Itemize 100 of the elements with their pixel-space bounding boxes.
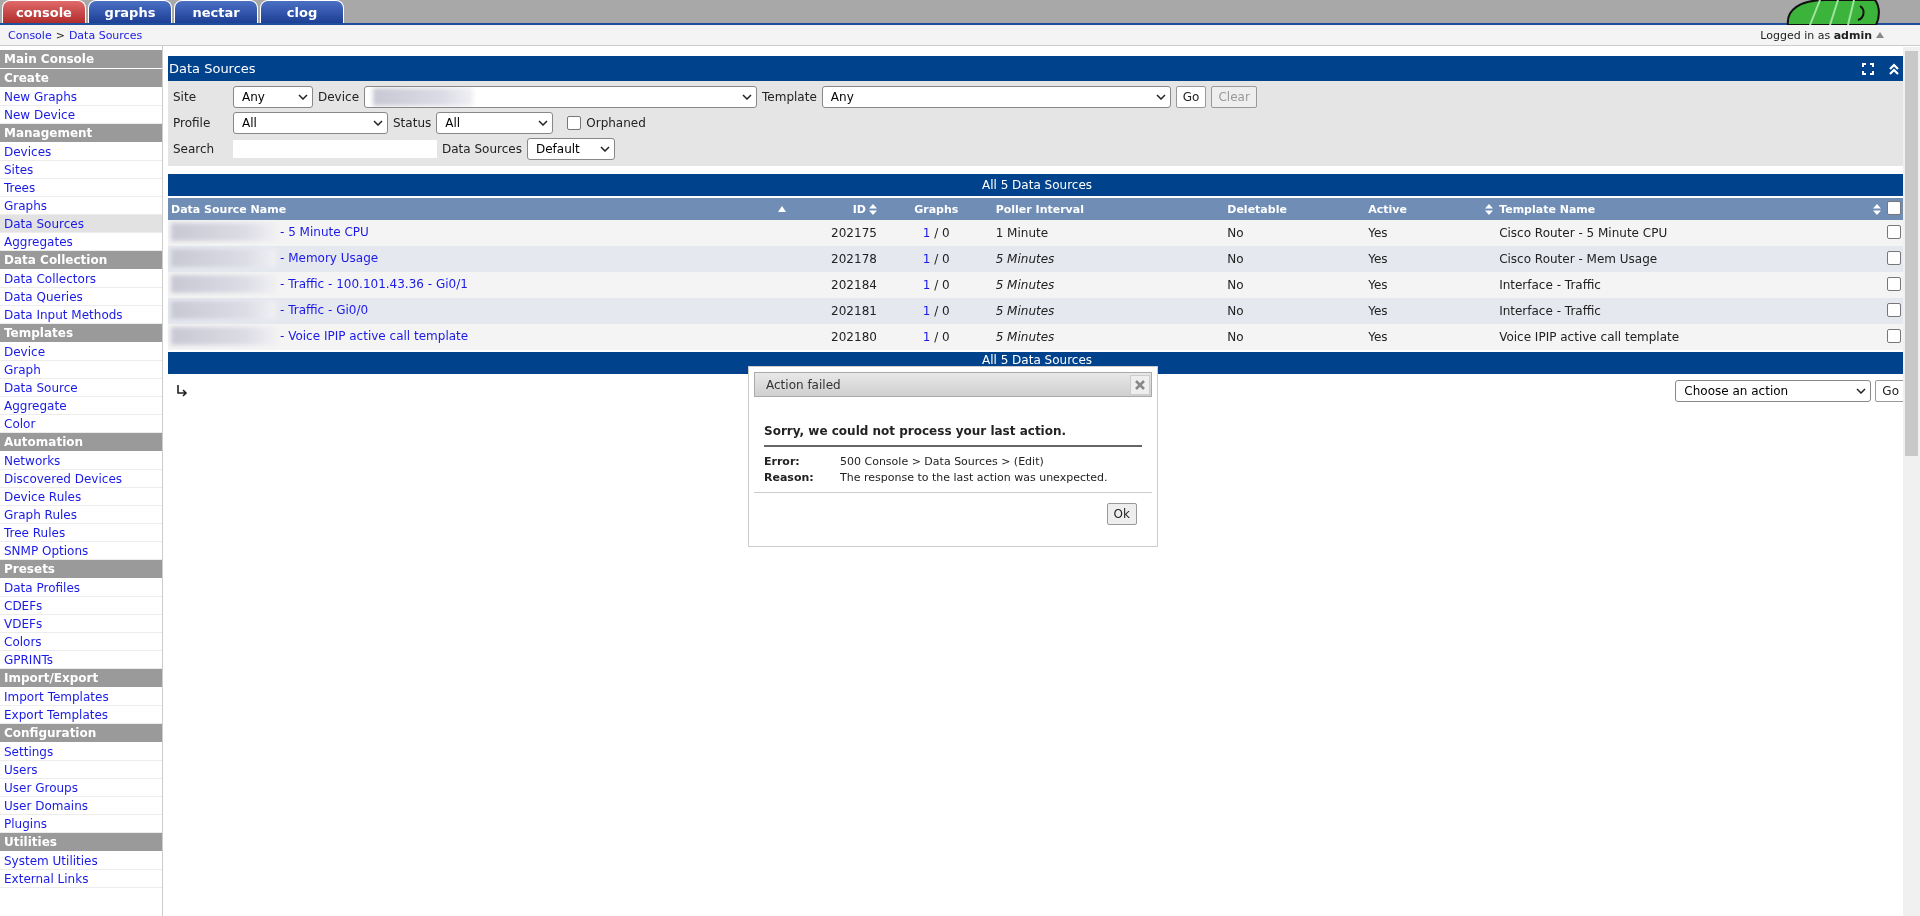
field-label: Template [762,90,817,104]
status-select[interactable]: All [436,112,554,134]
action-select[interactable]: Choose an action [1675,380,1872,402]
detail-label: Error: [764,455,801,468]
field-label: Status [393,116,432,130]
checkbox-label: Orphaned [586,116,646,130]
table-title: All 5 Data Sources [981,178,1093,192]
sidebar-item[interactable]: Device Rules [0,488,162,506]
breadcrumb-link[interactable]: Console [8,28,52,42]
sidebar-item[interactable]: Networks [0,452,162,470]
ok-button[interactable]: Ok [1106,503,1137,525]
table-cell: Yes [1365,246,1497,272]
site-select[interactable]: Any [233,86,313,108]
sidebar-item[interactable]: Graph [0,361,162,379]
caret-icon [538,120,549,126]
graphs-link[interactable]: 1 [922,278,931,292]
sidebar-item[interactable]: CDEFs [0,597,162,615]
sort-icon[interactable] [1485,203,1494,215]
sidebar-item[interactable]: Aggregate [0,397,162,415]
table-cell: / 0 [934,278,950,292]
detail-label: Reason: [764,471,815,484]
fullscreen-icon[interactable] [1862,62,1874,75]
sidebar-item[interactable]: Colors [0,633,162,651]
sidebar-item[interactable]: Users [0,761,162,779]
caret-icon [298,94,308,100]
sidebar-item[interactable]: Tree Rules [0,524,162,542]
device-select[interactable] [364,86,758,108]
sidebar-item[interactable]: User Groups [0,779,162,797]
select-all-checkbox[interactable] [1886,200,1901,215]
sidebar-item[interactable]: External Links [0,870,162,888]
sidebar-item[interactable]: VDEFs [0,615,162,633]
table-cell: / 0 [934,226,950,240]
table-cell: 5 Minutes [992,272,1225,298]
data-sources-select[interactable]: Default [526,138,615,160]
sidebar-item[interactable]: Devices [0,143,162,161]
table-cell: No [1224,272,1366,298]
graphs-link[interactable]: 1 [922,330,931,344]
sidebar-item[interactable]: Discovered Devices [0,470,162,488]
column-header-label: Deletable [1227,202,1287,216]
data-source-link[interactable]: - Traffic - 100.101.43.36 - Gi0/1 [280,276,468,291]
dialog-title: Action failed [766,377,841,392]
sidebar-item[interactable]: Settings [0,743,162,761]
table-cell: Interface - Traffic [1496,298,1884,324]
template-select[interactable]: Any [821,86,1171,108]
graphs-link[interactable]: 1 [922,252,931,266]
sidebar-item[interactable]: New Graphs [0,88,162,106]
sidebar-item[interactable]: Device [0,343,162,361]
breadcrumb-link[interactable]: Data Sources [68,28,143,42]
detail-value: The response to the last action was unexpected. [840,471,1109,484]
sidebar-item[interactable]: Graph Rules [0,506,162,524]
sort-icon[interactable] [1872,203,1881,215]
sort-ascending-icon[interactable] [778,206,787,212]
data-source-link[interactable]: - Voice IPIP active call template [280,328,469,343]
nav-tab[interactable]: clog [260,0,344,23]
nav-tab[interactable]: console [2,0,86,23]
table-cell: / 0 [934,330,950,344]
sidebar-item[interactable]: Data Collectors [0,270,162,288]
profile-select[interactable]: All [233,112,388,134]
sort-icon[interactable] [868,203,877,215]
graphs-link[interactable]: 1 [922,304,931,318]
sidebar-item[interactable]: Data Profiles [0,579,162,597]
table-cell: Cisco Router - Mem Usage [1496,246,1884,272]
sidebar-item[interactable]: User Domains [0,797,162,815]
row-checkbox[interactable] [1886,250,1901,265]
login-status: Logged in as admin [1760,28,1872,42]
row-checkbox[interactable] [1886,224,1901,239]
go-button[interactable]: Go [1175,86,1207,108]
nav-tab[interactable]: graphs [88,0,172,23]
column-header-label: Graphs [914,202,959,216]
close-button[interactable] [1130,374,1150,395]
data-source-link[interactable]: - Traffic - Gi0/0 [280,302,369,317]
row-checkbox[interactable] [1886,302,1901,317]
data-source-link[interactable]: - 5 Minute CPU [280,224,369,239]
sidebar-item[interactable]: Data Queries [0,288,162,306]
table-cell: 5 Minutes [992,246,1225,272]
caret-icon[interactable] [1876,32,1884,38]
sidebar-item[interactable]: Data Sources [0,215,162,233]
table-cell: 5 Minutes [992,324,1225,350]
checkbox[interactable] [567,116,582,130]
nav-tab[interactable]: nectar [174,0,258,23]
data-source-link[interactable]: - Memory Usage [280,250,379,265]
caret-icon [1856,388,1867,394]
field-label: Profile [173,116,212,130]
down-right-arrow-icon [176,385,188,397]
column-header-label: Active [1368,202,1407,216]
field-label: Device [318,90,360,104]
row-checkbox[interactable] [1886,276,1901,291]
search-field[interactable] [233,140,437,158]
table-cell: No [1224,298,1366,324]
caret-icon [373,120,383,126]
sidebar-item[interactable]: System Utilities [0,852,162,870]
graphs-link[interactable]: 1 [922,226,931,240]
sidebar-item[interactable]: Sites [0,161,162,179]
sidebar-item[interactable]: Data Source [0,379,162,397]
sidebar-item[interactable]: Trees [0,179,162,197]
sidebar-item[interactable]: Import Templates [0,688,162,706]
row-checkbox[interactable] [1886,328,1901,343]
panel-title: Data Sources [169,61,256,76]
close-icon [1135,379,1145,390]
collapse-icon[interactable] [1888,62,1900,75]
